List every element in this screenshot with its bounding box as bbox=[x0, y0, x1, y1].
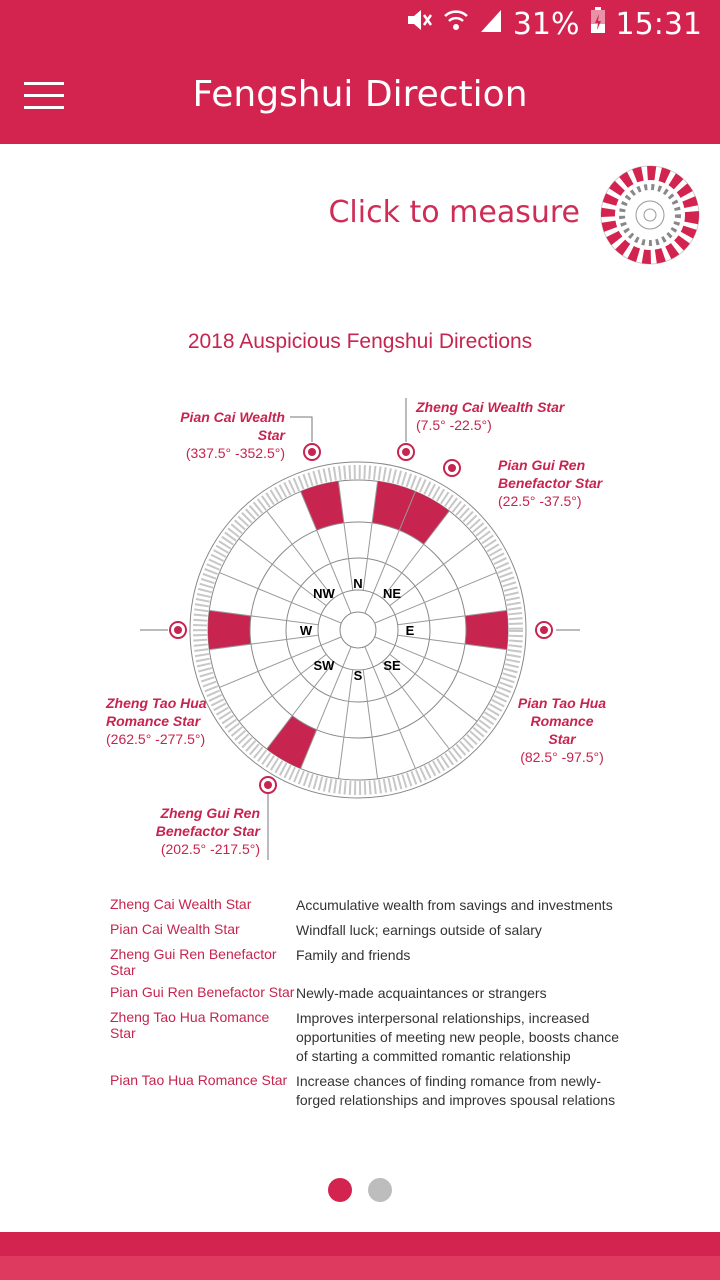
star-label-zheng-gui-ren: Zheng Gui Ren Benefactor Star (202.5° -2… bbox=[155, 805, 260, 857]
battery-charging-icon bbox=[590, 6, 606, 42]
star-label-zheng-cai: Zheng Cai Wealth Star (7.5° -22.5°) bbox=[416, 399, 565, 433]
app-bar: Fengshui Direction bbox=[0, 48, 720, 144]
legend-row: Pian Tao Hua Romance Star Increase chance… bbox=[110, 1072, 616, 1108]
star-label-pian-gui-ren: Pian Gui Ren Benefactor Star (22.5° -37.… bbox=[498, 457, 603, 509]
dir-nw: NW bbox=[313, 586, 335, 601]
star-label-pian-cai: Pian Cai Wealth Star (337.5° -352.5°) bbox=[180, 409, 285, 461]
dir-ne: NE bbox=[383, 586, 401, 601]
legend-row: Zheng Gui Ren Benefactor Star Family and … bbox=[110, 946, 411, 978]
signal-icon bbox=[479, 6, 503, 42]
legend-row: Pian Gui Ren Benefactor Star Newly-made a… bbox=[110, 984, 547, 1001]
measure-label[interactable]: Click to measure bbox=[328, 195, 580, 230]
bottom-bar bbox=[0, 1232, 720, 1280]
wifi-icon bbox=[443, 6, 469, 42]
star-sector bbox=[208, 610, 251, 650]
page-dot-active[interactable] bbox=[328, 1178, 352, 1202]
page-indicator bbox=[0, 1178, 720, 1202]
page-dot-inactive[interactable] bbox=[368, 1178, 392, 1202]
dir-se: SE bbox=[383, 658, 401, 673]
fengshui-compass: N S E W NE NW SE SW bbox=[140, 398, 580, 860]
legend-row: Zheng Tao Hua Romance Star Improves inter… bbox=[110, 1009, 619, 1064]
legend: Zheng Cai Wealth Star Accumulative wealth… bbox=[110, 896, 630, 1116]
clock: 15:31 bbox=[615, 6, 702, 42]
dir-e: E bbox=[406, 623, 415, 638]
dir-s: S bbox=[354, 668, 363, 683]
diagram-title: 2018 Auspicious Fengshui Directions bbox=[187, 330, 533, 353]
star-label-pian-tao-hua: Pian Tao Hua Romance Star (82.5° -97.5°) bbox=[517, 695, 607, 765]
status-bar: 31% 15:31 bbox=[0, 0, 720, 48]
compass-thumbnail-button[interactable] bbox=[600, 165, 700, 265]
dir-sw: SW bbox=[314, 658, 336, 673]
star-label-zheng-tao-hua: Zheng Tao Hua Romance Star (262.5° -277.… bbox=[106, 695, 207, 747]
dir-w: W bbox=[300, 623, 313, 638]
mute-icon bbox=[405, 6, 433, 42]
dir-n: N bbox=[353, 576, 362, 591]
status-icons: 31% 15:31 bbox=[405, 6, 702, 42]
legend-row: Zheng Cai Wealth Star Accumulative wealth… bbox=[110, 896, 613, 913]
page-title: Fengshui Direction bbox=[192, 74, 528, 115]
battery-percent: 31% bbox=[512, 6, 580, 42]
legend-row: Pian Cai Wealth Star Windfall luck; earni… bbox=[110, 921, 542, 938]
star-sector bbox=[465, 610, 508, 650]
